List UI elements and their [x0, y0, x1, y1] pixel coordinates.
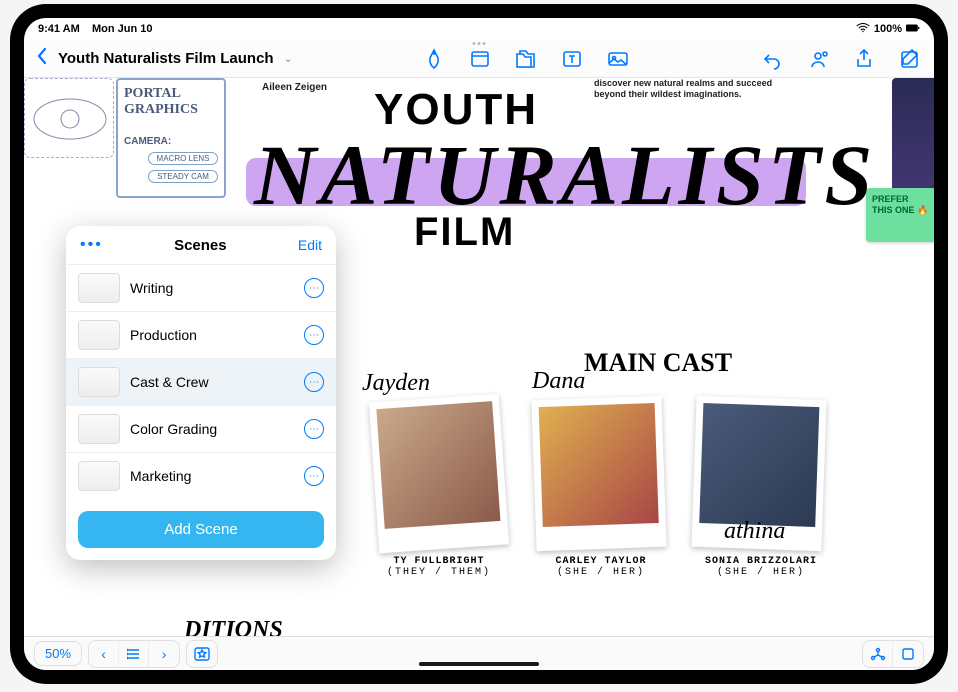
- scene-item-writing[interactable]: Writing ⋯: [66, 264, 336, 311]
- scene-item-production[interactable]: Production ⋯: [66, 311, 336, 358]
- cast-caption-1: TY FULLBRIGHT(THEY / THEM): [364, 556, 514, 578]
- cast-signature-3: athina: [724, 518, 785, 545]
- scene-item-cast-crew[interactable]: Cast & Crew ⋯: [66, 358, 336, 405]
- collaborate-icon[interactable]: [806, 48, 830, 70]
- scene-item-color-grading[interactable]: Color Grading ⋯: [66, 405, 336, 452]
- sticky-note-icon[interactable]: [468, 48, 492, 70]
- cast-signature-1: Jayden: [362, 370, 430, 397]
- cast-polaroid-2[interactable]: [531, 396, 666, 551]
- title-naturalists: NATURALISTS: [254, 127, 876, 223]
- cast-polaroid-1[interactable]: [369, 394, 509, 554]
- compose-icon[interactable]: [898, 48, 922, 70]
- board-title[interactable]: Youth Naturalists Film Launch: [58, 50, 274, 67]
- status-date: Mon Jun 10: [92, 23, 153, 35]
- scene-thumb: [78, 367, 120, 397]
- sticky-note-text: PREFER THIS ONE 🔥: [872, 194, 928, 215]
- cast-caption-2: CARLEY TAYLOR(SHE / HER): [526, 556, 676, 578]
- scene-options-icon[interactable]: ⋯: [304, 278, 324, 298]
- add-scene-button[interactable]: Add Scene: [78, 511, 324, 548]
- pen-tool-icon[interactable]: [422, 48, 446, 70]
- scenes-title: Scenes: [174, 237, 227, 254]
- connections-icon[interactable]: [863, 641, 893, 667]
- scenes-more-button[interactable]: •••: [80, 236, 103, 254]
- prev-scene-button[interactable]: ‹: [89, 641, 119, 667]
- title-art: YOUTH NATURALISTS FILM: [254, 88, 876, 252]
- shape-tool-icon[interactable]: [893, 641, 923, 667]
- chip-steady-cam: STEADY CAM: [148, 170, 218, 183]
- scene-thumb: [78, 273, 120, 303]
- cast-caption-3: SONIA BRIZZOLARI(SHE / HER): [686, 556, 836, 578]
- scene-item-marketing[interactable]: Marketing ⋯: [66, 452, 336, 499]
- files-icon[interactable]: [514, 48, 538, 70]
- scene-list-button[interactable]: [119, 641, 149, 667]
- scene-options-icon[interactable]: ⋯: [304, 372, 324, 392]
- status-time: 9:41 AM: [38, 23, 80, 35]
- scenes-popover: ••• Scenes Edit Writing ⋯ Production ⋯ C…: [66, 226, 336, 560]
- next-scene-button[interactable]: ›: [149, 641, 179, 667]
- scene-options-icon[interactable]: ⋯: [304, 325, 324, 345]
- back-button[interactable]: [36, 47, 48, 71]
- chip-macro-lens: MACRO LENS: [148, 152, 218, 165]
- undo-icon[interactable]: [760, 48, 784, 70]
- title-youth: YOUTH: [374, 88, 876, 132]
- portal-graphics-label: PORTAL GRAPHICS: [124, 86, 218, 118]
- media-icon[interactable]: [606, 48, 630, 70]
- status-bar: 9:41 AM Mon Jun 10 100%: [24, 18, 934, 40]
- scene-thumb: [78, 414, 120, 444]
- scene-thumb: [78, 461, 120, 491]
- share-icon[interactable]: [852, 48, 876, 70]
- zoom-level[interactable]: 50%: [34, 641, 82, 666]
- scene-star-button[interactable]: [187, 641, 217, 667]
- camera-label: CAMERA:: [124, 136, 218, 147]
- multitask-handle[interactable]: [473, 42, 486, 45]
- scene-options-icon[interactable]: ⋯: [304, 419, 324, 439]
- home-indicator[interactable]: [419, 662, 539, 666]
- battery-icon: [906, 23, 920, 36]
- battery-pct: 100%: [874, 23, 902, 35]
- cast-signature-2: Dana: [532, 368, 585, 395]
- app-toolbar: Youth Naturalists Film Launch ⌄: [24, 40, 934, 78]
- scene-thumb: [78, 320, 120, 350]
- sketch-eye-card[interactable]: [24, 78, 114, 158]
- scenes-edit-button[interactable]: Edit: [298, 237, 322, 253]
- main-cast-label: MAIN CAST: [584, 348, 732, 378]
- text-box-icon[interactable]: [560, 48, 584, 70]
- chevron-down-icon[interactable]: ⌄: [284, 52, 293, 65]
- sketch-portal-card[interactable]: PORTAL GRAPHICS CAMERA: MACRO LENS STEAD…: [116, 78, 226, 198]
- scene-options-icon[interactable]: ⋯: [304, 466, 324, 486]
- conditions-scribble: DITIONS: [184, 617, 283, 636]
- wifi-icon: [856, 23, 870, 36]
